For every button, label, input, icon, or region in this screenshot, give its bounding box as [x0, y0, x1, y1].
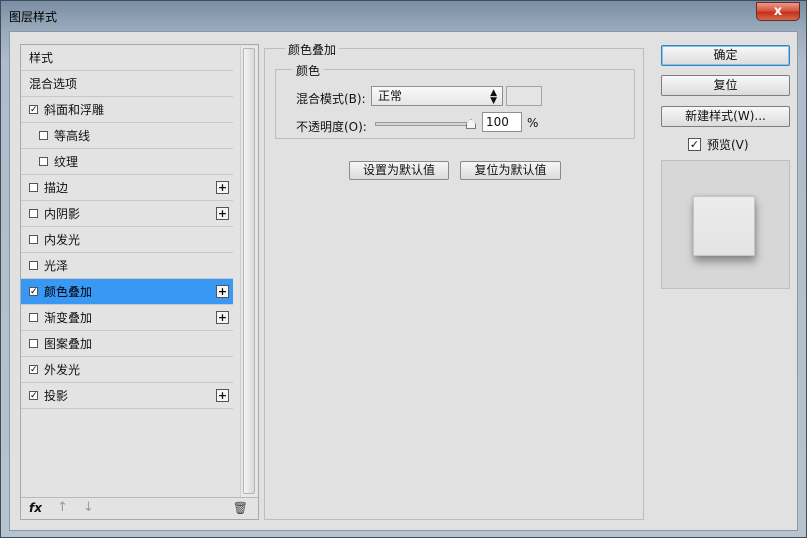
- style-item-label: 描边: [44, 181, 69, 195]
- add-style-icon[interactable]: +: [216, 311, 229, 324]
- style-item-label: 纹理: [54, 155, 79, 169]
- style-item[interactable]: ✓ 斜面和浮雕: [21, 97, 233, 123]
- color-overlay-title: 颜色叠加: [285, 41, 340, 58]
- style-item[interactable]: 光泽: [21, 253, 233, 279]
- styles-list-footer: fx ↑ ↓ 🗑: [21, 497, 258, 519]
- style-item-label: 外发光: [44, 363, 81, 377]
- style-item-label: 斜面和浮雕: [44, 103, 105, 117]
- scrollbar-thumb[interactable]: [243, 48, 255, 494]
- style-item-label: 内发光: [44, 233, 81, 247]
- overlay-color-swatch[interactable]: [506, 86, 542, 106]
- style-item[interactable]: 样式: [21, 45, 233, 71]
- move-down-icon[interactable]: ↓: [83, 500, 94, 515]
- window-title: 图层样式: [9, 10, 58, 24]
- style-item[interactable]: 描边 +: [21, 175, 233, 201]
- title-bar[interactable]: 图层样式 x: [1, 1, 806, 31]
- move-up-icon[interactable]: ↑: [57, 500, 68, 515]
- opacity-unit: %: [527, 116, 539, 130]
- close-icon: x: [773, 4, 783, 19]
- style-item-label: 等高线: [54, 129, 91, 143]
- style-preview: [661, 160, 790, 289]
- opacity-input[interactable]: 100: [482, 112, 522, 132]
- style-item-label: 内阴影: [44, 207, 81, 221]
- style-checkbox[interactable]: [29, 261, 38, 270]
- style-item-label: 样式: [29, 51, 54, 65]
- trash-icon[interactable]: 🗑: [233, 501, 248, 515]
- style-item[interactable]: ✓ 颜色叠加 +: [21, 279, 233, 305]
- style-item[interactable]: 图案叠加: [21, 331, 233, 357]
- reset-button[interactable]: 复位: [661, 75, 790, 96]
- style-checkbox[interactable]: [29, 313, 38, 322]
- reset-default-button[interactable]: 复位为默认值: [460, 161, 561, 180]
- color-group: 颜色 混合模式(B): 正常 ▲ ▼ 不透明度(O): 100 %: [275, 62, 635, 139]
- preview-label: 预览(V): [707, 138, 749, 152]
- layer-style-dialog: 图层样式 x 样式混合选项 ✓ 斜面和浮雕等高线纹理描边 + 内阴影 + 内发光光泽 ✓ 颜色叠…: [0, 0, 807, 538]
- style-item[interactable]: ✓ 外发光: [21, 357, 233, 383]
- close-button[interactable]: x: [756, 2, 800, 21]
- style-item-label: 混合选项: [29, 77, 78, 91]
- style-checkbox[interactable]: [39, 131, 48, 140]
- style-checkbox[interactable]: [29, 209, 38, 218]
- style-item[interactable]: 等高线: [21, 123, 233, 149]
- opacity-label: 不透明度(O):: [296, 120, 367, 134]
- blend-mode-label: 混合模式(B):: [296, 92, 366, 106]
- style-checkbox[interactable]: ✓: [29, 391, 38, 401]
- style-item-label: 颜色叠加: [44, 285, 93, 299]
- color-overlay-panel: 颜色叠加 颜色 混合模式(B): 正常 ▲ ▼ 不透明度(O): 100 % 设置…: [264, 41, 644, 520]
- style-checkbox[interactable]: ✓: [29, 105, 38, 115]
- styles-list: 样式混合选项 ✓ 斜面和浮雕等高线纹理描边 + 内阴影 + 内发光光泽 ✓ 颜色叠加 + 渐变叠加 +…: [21, 45, 233, 409]
- add-style-icon[interactable]: +: [216, 285, 229, 298]
- styles-list-panel: 样式混合选项 ✓ 斜面和浮雕等高线纹理描边 + 内阴影 + 内发光光泽 ✓ 颜色叠加 + 渐变叠加 +…: [20, 44, 259, 520]
- style-item-label: 渐变叠加: [44, 311, 93, 325]
- dialog-client: 样式混合选项 ✓ 斜面和浮雕等高线纹理描边 + 内阴影 + 内发光光泽 ✓ 颜色叠加 + 渐变叠加 +…: [9, 31, 798, 531]
- style-item-label: 图案叠加: [44, 337, 93, 351]
- preview-checkbox[interactable]: ✓: [688, 138, 701, 151]
- style-item[interactable]: 渐变叠加 +: [21, 305, 233, 331]
- style-item[interactable]: 内发光: [21, 227, 233, 253]
- add-style-icon[interactable]: +: [216, 181, 229, 194]
- preview-swatch: [693, 196, 755, 256]
- opacity-slider-track[interactable]: [375, 122, 475, 126]
- style-checkbox[interactable]: ✓: [29, 287, 38, 297]
- style-checkbox[interactable]: [29, 339, 38, 348]
- style-item-label: 光泽: [44, 259, 69, 273]
- add-style-icon[interactable]: +: [216, 207, 229, 220]
- color-group-title: 颜色: [292, 62, 325, 79]
- set-default-button[interactable]: 设置为默认值: [349, 161, 449, 180]
- ok-button[interactable]: 确定: [661, 45, 790, 66]
- style-checkbox[interactable]: [39, 157, 48, 166]
- scrollbar[interactable]: [240, 46, 257, 498]
- style-checkbox[interactable]: [29, 235, 38, 244]
- style-item-label: 投影: [44, 389, 69, 403]
- select-arrows-icon: ▲ ▼: [490, 88, 497, 106]
- new-style-button[interactable]: 新建样式(W)...: [661, 106, 790, 127]
- blend-mode-value: 正常: [378, 89, 403, 103]
- opacity-slider-thumb[interactable]: [466, 119, 476, 129]
- style-item[interactable]: 内阴影 +: [21, 201, 233, 227]
- fx-icon[interactable]: fx: [29, 501, 42, 515]
- style-item[interactable]: 纹理: [21, 149, 233, 175]
- add-style-icon[interactable]: +: [216, 389, 229, 402]
- style-item[interactable]: ✓ 投影 +: [21, 383, 233, 409]
- style-item[interactable]: 混合选项: [21, 71, 233, 97]
- blend-mode-select[interactable]: 正常 ▲ ▼: [371, 86, 503, 106]
- preview-toggle[interactable]: ✓ 预览(V): [688, 136, 749, 153]
- style-checkbox[interactable]: [29, 183, 38, 192]
- style-checkbox[interactable]: ✓: [29, 365, 38, 375]
